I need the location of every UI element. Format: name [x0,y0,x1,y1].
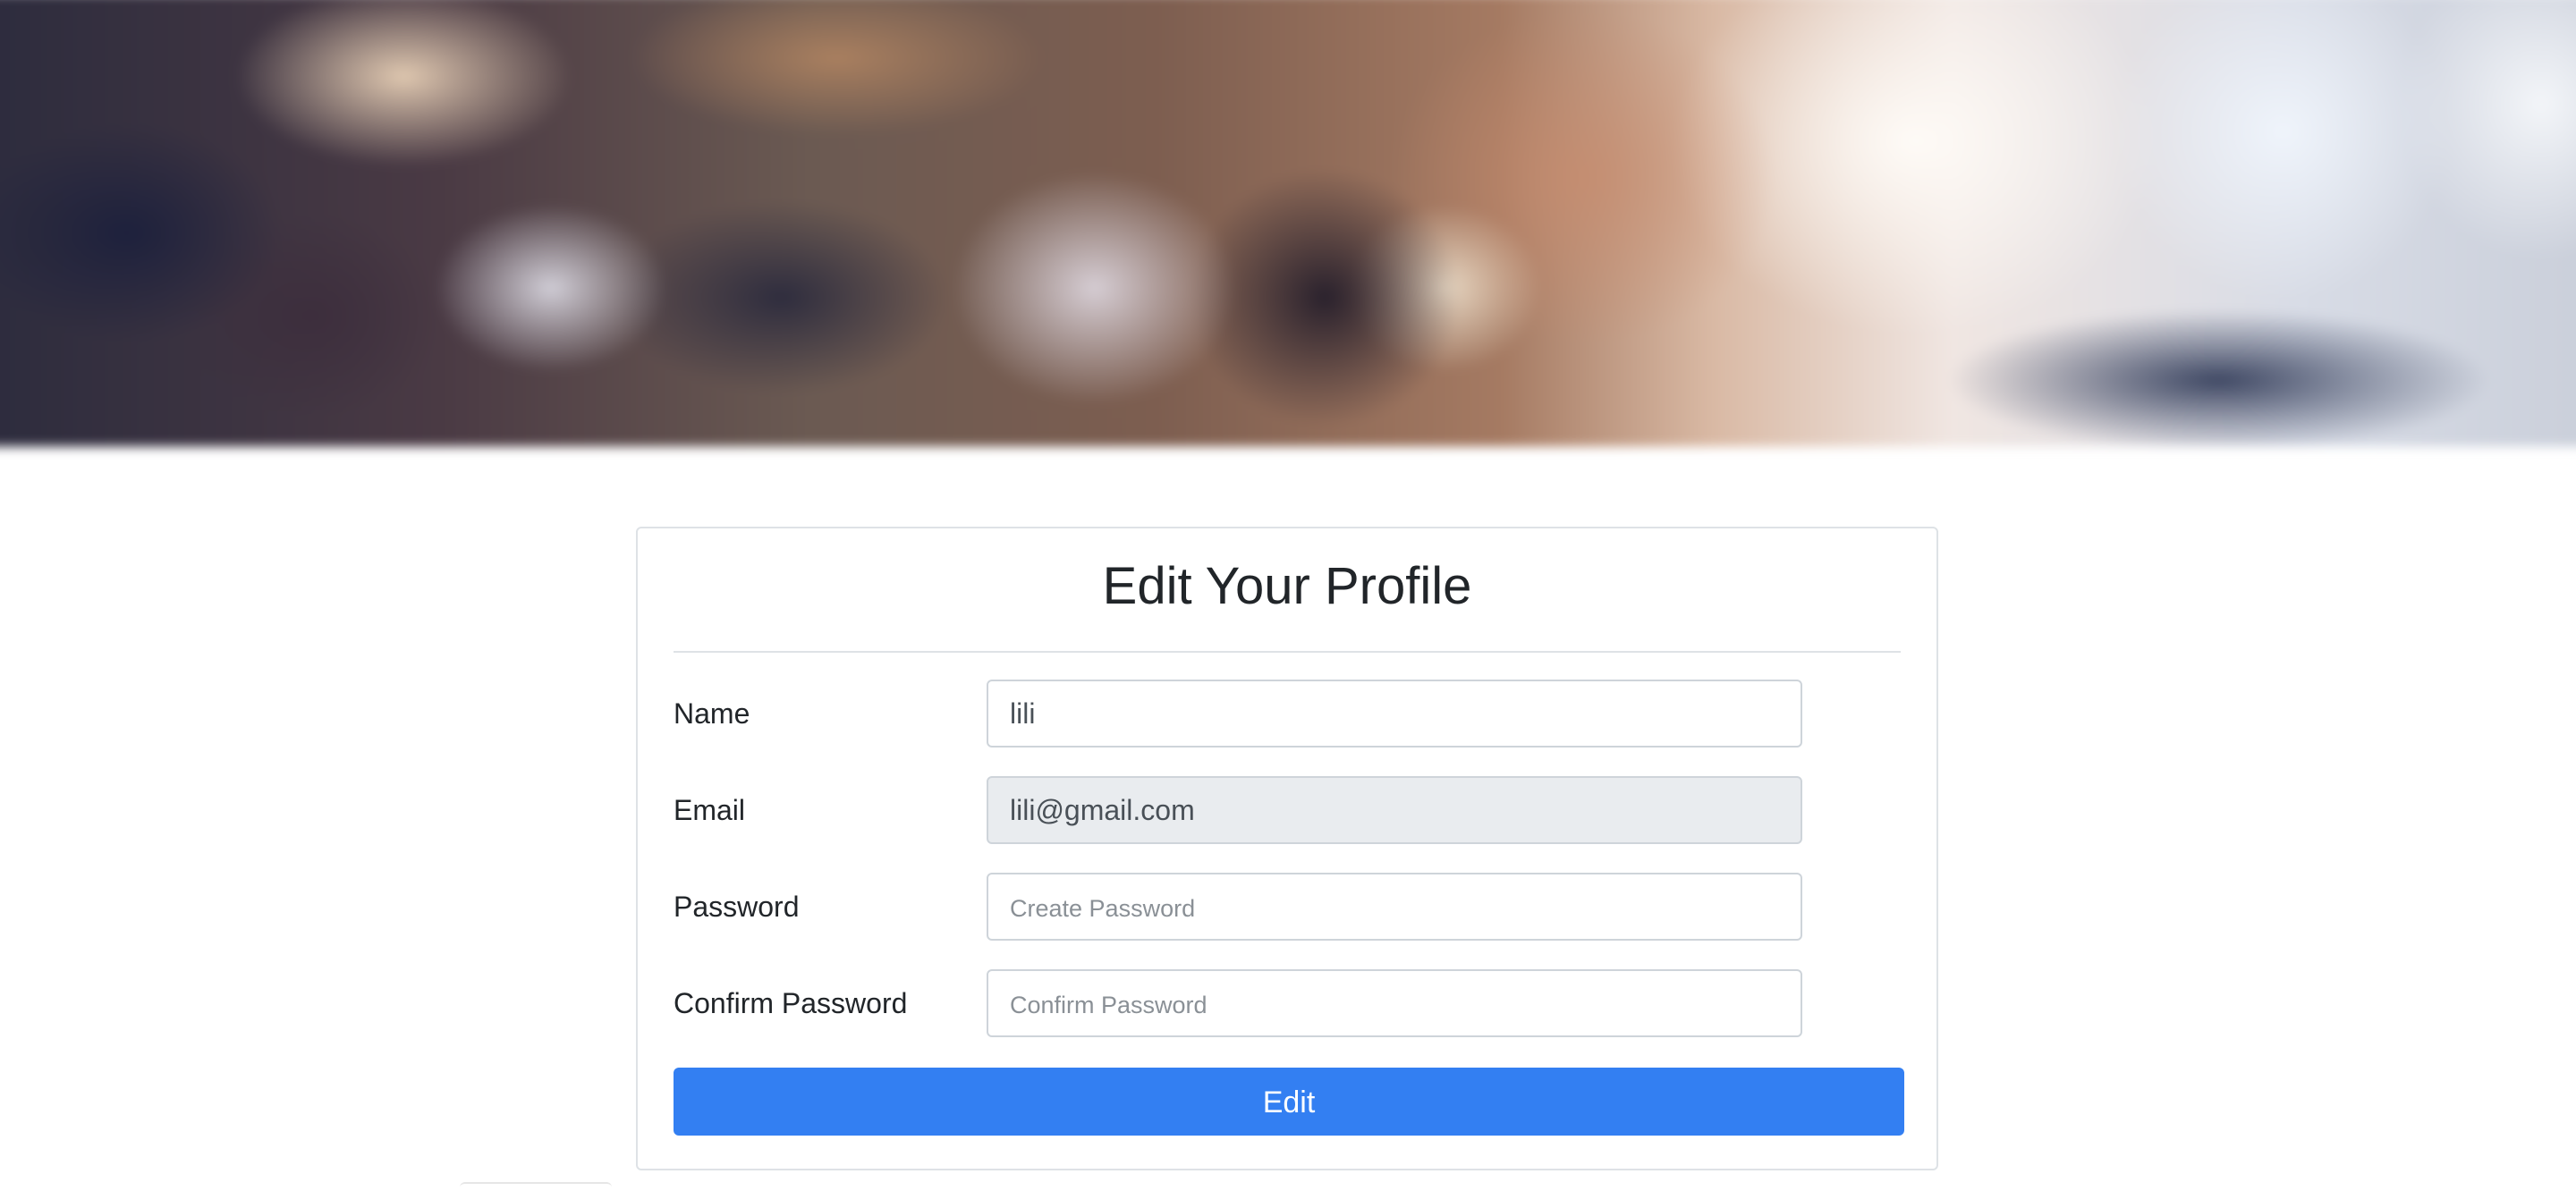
password-label: Password [674,891,800,923]
email-row: Email [674,776,1904,844]
page-fragment [460,1182,612,1191]
page-title: Edit Your Profile [1102,557,1472,615]
title-divider [674,651,1901,653]
confirm-password-label: Confirm Password [674,987,908,1019]
confirm-password-row: Confirm Password [674,969,1904,1037]
hero-background-image [0,0,2576,447]
confirm-password-input[interactable] [987,969,1802,1037]
email-input [987,776,1802,844]
edit-button[interactable]: Edit [674,1068,1904,1136]
name-row: Name [674,680,1904,748]
name-input[interactable] [987,680,1802,748]
password-row: Password [674,873,1904,941]
edit-profile-card: Edit Your Profile Name Email Password Co… [636,527,1938,1170]
password-input[interactable] [987,873,1802,941]
name-label: Name [674,697,750,730]
email-label: Email [674,794,746,826]
